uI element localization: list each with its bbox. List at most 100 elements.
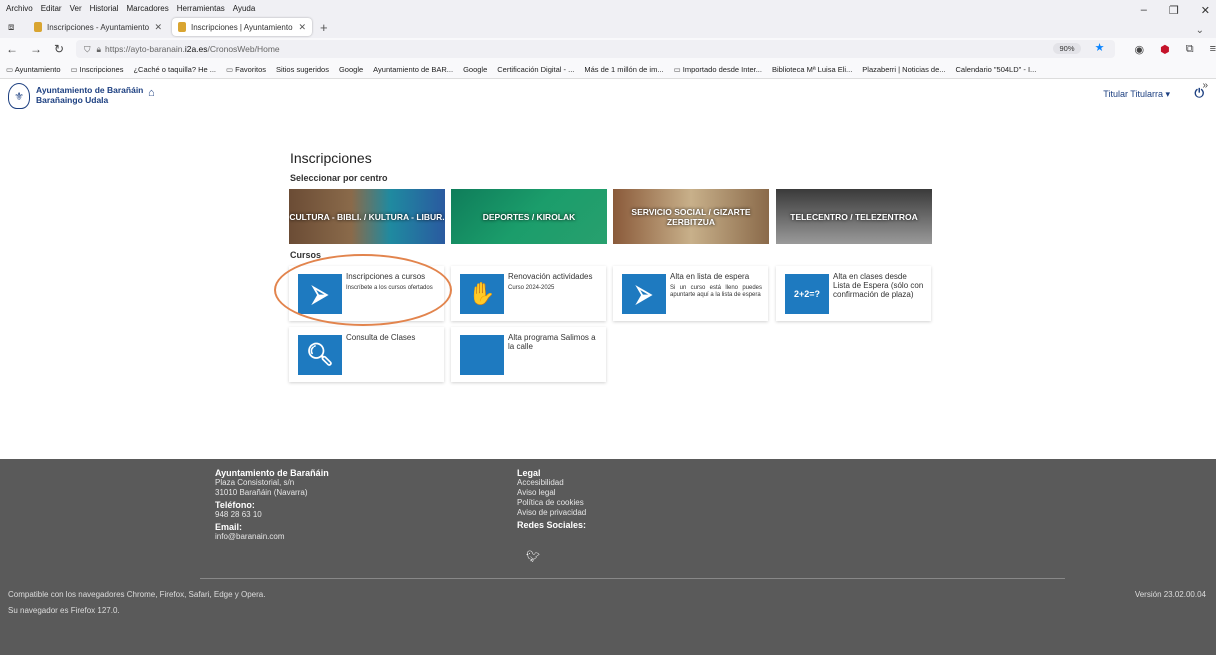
menu-editar[interactable]: Editar <box>41 4 62 13</box>
centro-telecentro-button[interactable]: TELECENTRO / TELEZENTROA <box>776 189 932 244</box>
nav-bar: ← → ↻ ⛉ 🔒︎ https://ayto-baranain. i2a.es /… <box>0 38 1216 60</box>
card-title: Consulta de Clases <box>346 333 416 342</box>
card-title: Alta en clases desde Lista de Espera (só… <box>833 272 924 299</box>
coat-of-arms-logo[interactable]: ⚜ <box>8 83 30 109</box>
footer-link-privacidad[interactable]: Aviso de privacidad <box>517 508 586 518</box>
program-icon <box>460 335 504 375</box>
tab-inscripciones-2[interactable]: Inscripciones | Ayuntamiento d ✕ <box>172 18 312 36</box>
card-salimos-calle[interactable]: Alta programa Salimos a la calle <box>451 327 606 382</box>
bookmark-item[interactable]: Importado desde Inter... <box>674 65 762 74</box>
bookmark-item[interactable]: Certificación Digital - ... <box>497 65 574 74</box>
menu-herramientas[interactable]: Herramientas <box>177 4 225 13</box>
account-icon[interactable]: ◉ <box>1135 43 1145 56</box>
bookmark-item[interactable]: Ayuntamiento de BAR... <box>373 65 453 74</box>
search-icon: 🔍︎ <box>298 335 342 375</box>
bookmark-item[interactable]: Ayuntamiento <box>6 65 61 74</box>
card-title: Renovación actividades <box>508 272 593 281</box>
org-name[interactable]: Ayuntamiento de Barañáin Barañaingo Udal… <box>36 85 143 105</box>
card-renovacion-actividades[interactable]: ✋ Renovación actividades Curso 2024-2025 <box>451 266 606 321</box>
footer-link-aviso-legal[interactable]: Aviso legal <box>517 488 586 498</box>
footer-tel: 948 28 63 10 <box>215 510 262 519</box>
footer-address2: 31010 Barañáin (Navarra) <box>215 488 308 497</box>
menu-ver[interactable]: Ver <box>70 4 82 13</box>
lock-icon[interactable]: 🔒︎ <box>96 44 101 55</box>
tab-inscripciones-1[interactable]: Inscripciones - Ayuntamiento d ✕ <box>28 18 168 36</box>
power-icon[interactable]: ⏻ <box>1195 86 1205 101</box>
centro-servicio-social-button[interactable]: SERVICIO SOCIAL / GIZARTE ZERBITZUA <box>613 189 769 244</box>
tab-title: Inscripciones - Ayuntamiento d <box>47 22 151 32</box>
menu-ayuda[interactable]: Ayuda <box>233 4 256 13</box>
menu-historial[interactable]: Historial <box>90 4 119 13</box>
back-icon[interactable]: ← <box>6 42 18 56</box>
bookmark-item[interactable]: Biblioteca Mª Luisa Eli... <box>772 65 852 74</box>
menu-icon[interactable]: ≡ <box>1210 43 1216 56</box>
footer-address1: Plaza Consistorial, s/n <box>215 478 295 487</box>
footer-link-cookies[interactable]: Política de cookies <box>517 498 586 508</box>
toolbar-icons: ◉ ⬢ ⧉ ≡ <box>1135 43 1216 56</box>
blackboard-icon: 2+2=? <box>785 274 829 314</box>
footer-tel-label: Teléfono: <box>215 500 255 510</box>
card-alta-lista-espera[interactable]: ⮚ Alta en lista de espera Si un curso es… <box>613 266 768 321</box>
bookmark-star-icon[interactable]: ★ <box>1095 41 1105 54</box>
tab-list-icon[interactable]: ⧈ <box>8 22 24 33</box>
close-icon[interactable]: ✕ <box>1201 4 1210 17</box>
window-controls: – ❐ ✕ <box>1141 4 1210 17</box>
extensions-icon[interactable]: ⧉ <box>1186 43 1194 56</box>
bookmark-item[interactable]: Sitios sugeridos <box>276 65 329 74</box>
tab-close-icon[interactable]: ✕ <box>298 22 306 33</box>
bookmark-item[interactable]: Inscripciones <box>71 65 124 74</box>
card-subtitle: Inscríbete a los cursos ofertados <box>346 285 433 291</box>
zoom-badge[interactable]: 90% <box>1053 43 1081 54</box>
centro-label: DEPORTES / KIROLAK <box>482 211 576 222</box>
footer-divider <box>200 578 1065 579</box>
minimize-icon[interactable]: – <box>1141 4 1147 17</box>
centro-label: TELECENTRO / TELEZENTROA <box>790 211 918 222</box>
bookmark-item[interactable]: Favoritos <box>226 65 266 74</box>
url-bar[interactable]: ⛉ 🔒︎ https://ayto-baranain. i2a.es/Cronos… <box>76 40 1115 58</box>
app-version: Versión 23.02.00.04 <box>1134 590 1206 599</box>
card-title: Inscripciones a cursos <box>346 272 426 281</box>
home-icon[interactable]: ⌂ <box>148 87 155 99</box>
centro-cultura-button[interactable]: CULTURA - BIBLI. / KULTURA - LIBUR. <box>289 189 445 244</box>
tab-bar: ⧈ Inscripciones - Ayuntamiento d ✕ Inscr… <box>0 16 1216 38</box>
bookmark-item[interactable]: Plazaberri | Noticias de... <box>862 65 945 74</box>
menu-marcadores[interactable]: Marcadores <box>127 4 169 13</box>
footer-email-label: Email: <box>215 522 243 532</box>
shield-icon[interactable]: ⛉ <box>84 44 90 55</box>
footer-contact: Ayuntamiento de Barañáin Plaza Consistor… <box>215 468 329 542</box>
bookmark-item[interactable]: ¿Caché o taquilla? He ... <box>133 65 216 74</box>
bookmark-item[interactable]: Más de 1 millón de im... <box>584 65 663 74</box>
site-footer: Ayuntamiento de Barañáin Plaza Consistor… <box>0 459 1216 655</box>
twitter-icon[interactable]: 🐦︎ <box>526 550 540 563</box>
card-subtitle: Si un curso está lleno puedes apuntarte … <box>670 285 762 298</box>
centro-label: SERVICIO SOCIAL / GIZARTE ZERBITZUA <box>631 206 751 227</box>
card-subtitle: Curso 2024-2025 <box>508 285 555 291</box>
menu-bar: Archivo Editar Ver Historial Marcadores … <box>0 0 1216 16</box>
centro-deportes-button[interactable]: DEPORTES / KIROLAK <box>451 189 607 244</box>
chevron-down-icon[interactable]: ⌄ <box>1196 25 1204 36</box>
footer-legal: Legal Accesibilidad Aviso legal Política… <box>517 468 586 530</box>
new-tab-icon[interactable]: + <box>320 20 328 35</box>
bookmark-item[interactable]: Google <box>463 65 487 74</box>
org-name-line1: Ayuntamiento de Barañáin <box>36 85 144 95</box>
reload-icon[interactable]: ↻ <box>54 42 64 56</box>
footer-legal-heading: Legal <box>517 468 541 478</box>
bookmark-item[interactable]: Calendario "504LD" - I... <box>956 65 1037 74</box>
bookmarks-bar: Ayuntamiento Inscripciones ¿Caché o taqu… <box>0 60 1216 79</box>
enter-arrow-icon: ⮚ <box>622 274 666 314</box>
card-title: Alta programa Salimos a la calle <box>508 333 596 351</box>
user-menu[interactable]: Titular Titularra ▾ <box>1103 89 1170 100</box>
footer-social-heading: Redes Sociales: <box>517 520 587 530</box>
footer-link-accesibilidad[interactable]: Accesibilidad <box>517 478 586 488</box>
tab-close-icon[interactable]: ✕ <box>154 22 162 33</box>
card-inscripciones-cursos[interactable]: ⮚ Inscripciones a cursos Inscríbete a lo… <box>289 266 444 321</box>
card-alta-clases-lista-espera[interactable]: 2+2=? Alta en clases desde Lista de Espe… <box>776 266 931 321</box>
footer-email[interactable]: info@baranain.com <box>215 532 329 542</box>
menu-archivo[interactable]: Archivo <box>6 4 33 13</box>
forward-icon[interactable]: → <box>30 42 42 56</box>
bookmark-item[interactable]: Google <box>339 65 363 74</box>
url-path: /CronosWeb/Home <box>207 44 280 54</box>
ublock-icon[interactable]: ⬢ <box>1160 43 1170 56</box>
restore-icon[interactable]: ❐ <box>1169 4 1179 17</box>
card-consulta-clases[interactable]: 🔍︎ Consulta de Clases <box>289 327 444 382</box>
